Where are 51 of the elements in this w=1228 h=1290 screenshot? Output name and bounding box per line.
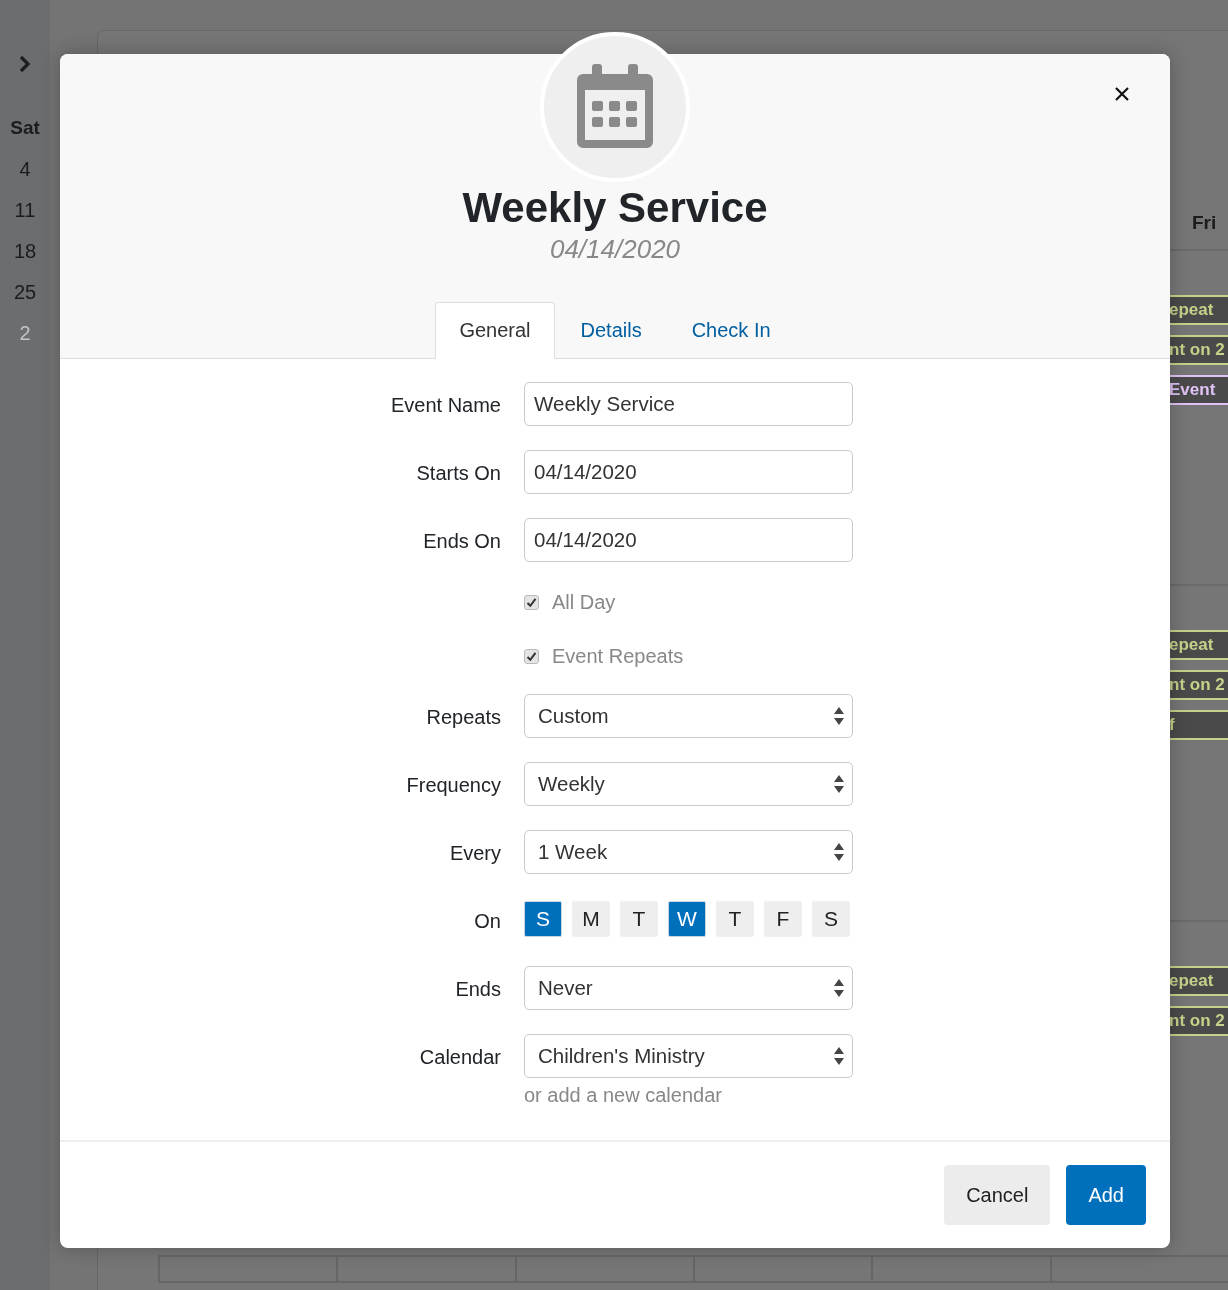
field-label: Frequency <box>405 773 501 798</box>
tab[interactable]: Details <box>556 302 666 359</box>
select-field[interactable]: Never <box>524 966 853 1010</box>
event-title: Weekly Service <box>462 184 768 232</box>
add-calendar-link[interactable]: or add a new calendar <box>524 1084 722 1107</box>
checkbox-label: Event Repeats <box>552 644 684 668</box>
weekday-toggle[interactable]: T <box>620 901 658 937</box>
text-field[interactable]: Weekly Service <box>524 382 853 426</box>
tab[interactable]: General <box>435 302 555 359</box>
weekday-toggle[interactable]: F <box>764 901 802 937</box>
date-number: 2 <box>19 321 31 346</box>
weekday-toggle[interactable]: S <box>524 901 562 937</box>
add-button[interactable]: Add <box>1066 1165 1146 1225</box>
date-number: 18 <box>13 239 37 264</box>
field-label: Every <box>448 841 501 866</box>
field-label: On <box>473 909 501 934</box>
select-field[interactable]: 1 Week <box>524 830 853 874</box>
select-field[interactable]: Children's Ministry <box>524 1034 853 1078</box>
date-number: 11 <box>14 198 36 223</box>
text-field[interactable]: 04/14/2020 <box>524 450 853 494</box>
weekday-toggle[interactable]: W <box>668 901 706 937</box>
field-label: Event Name <box>389 393 501 418</box>
date-number: 25 <box>13 280 37 305</box>
date-number: 4 <box>19 157 31 182</box>
calendar-icon <box>577 64 653 150</box>
sort-arrows-icon <box>834 978 844 998</box>
weekday-toggle[interactable]: T <box>716 901 754 937</box>
sort-arrows-icon <box>834 1046 844 1066</box>
field-label: Starts On <box>415 461 501 486</box>
weekday-heading: Fri <box>1192 212 1218 235</box>
field-label: Ends <box>454 977 501 1002</box>
field-label: Ends On <box>422 529 501 554</box>
checkbox[interactable] <box>524 648 539 664</box>
sort-arrows-icon <box>834 842 844 862</box>
checkbox[interactable] <box>524 594 539 610</box>
sort-arrows-icon <box>834 774 844 794</box>
field-label: Calendar <box>418 1045 501 1070</box>
close-icon[interactable] <box>1114 86 1130 102</box>
tab[interactable]: Check In <box>667 302 795 359</box>
chevron-right-icon[interactable] <box>18 55 32 73</box>
select-field[interactable]: Weekly <box>524 762 853 806</box>
event-date: 04/14/2020 <box>549 234 681 264</box>
sort-arrows-icon <box>834 706 844 726</box>
select-field[interactable]: Custom <box>524 694 853 738</box>
field-label: Repeats <box>425 705 501 730</box>
weekday-toggle[interactable]: M <box>572 901 610 937</box>
checkbox-label: All Day <box>552 590 616 614</box>
cancel-button[interactable]: Cancel <box>944 1165 1051 1225</box>
text-field[interactable]: 04/14/2020 <box>524 518 853 562</box>
weekday-heading: Sat <box>10 117 40 139</box>
weekday-toggle[interactable]: S <box>812 901 850 937</box>
